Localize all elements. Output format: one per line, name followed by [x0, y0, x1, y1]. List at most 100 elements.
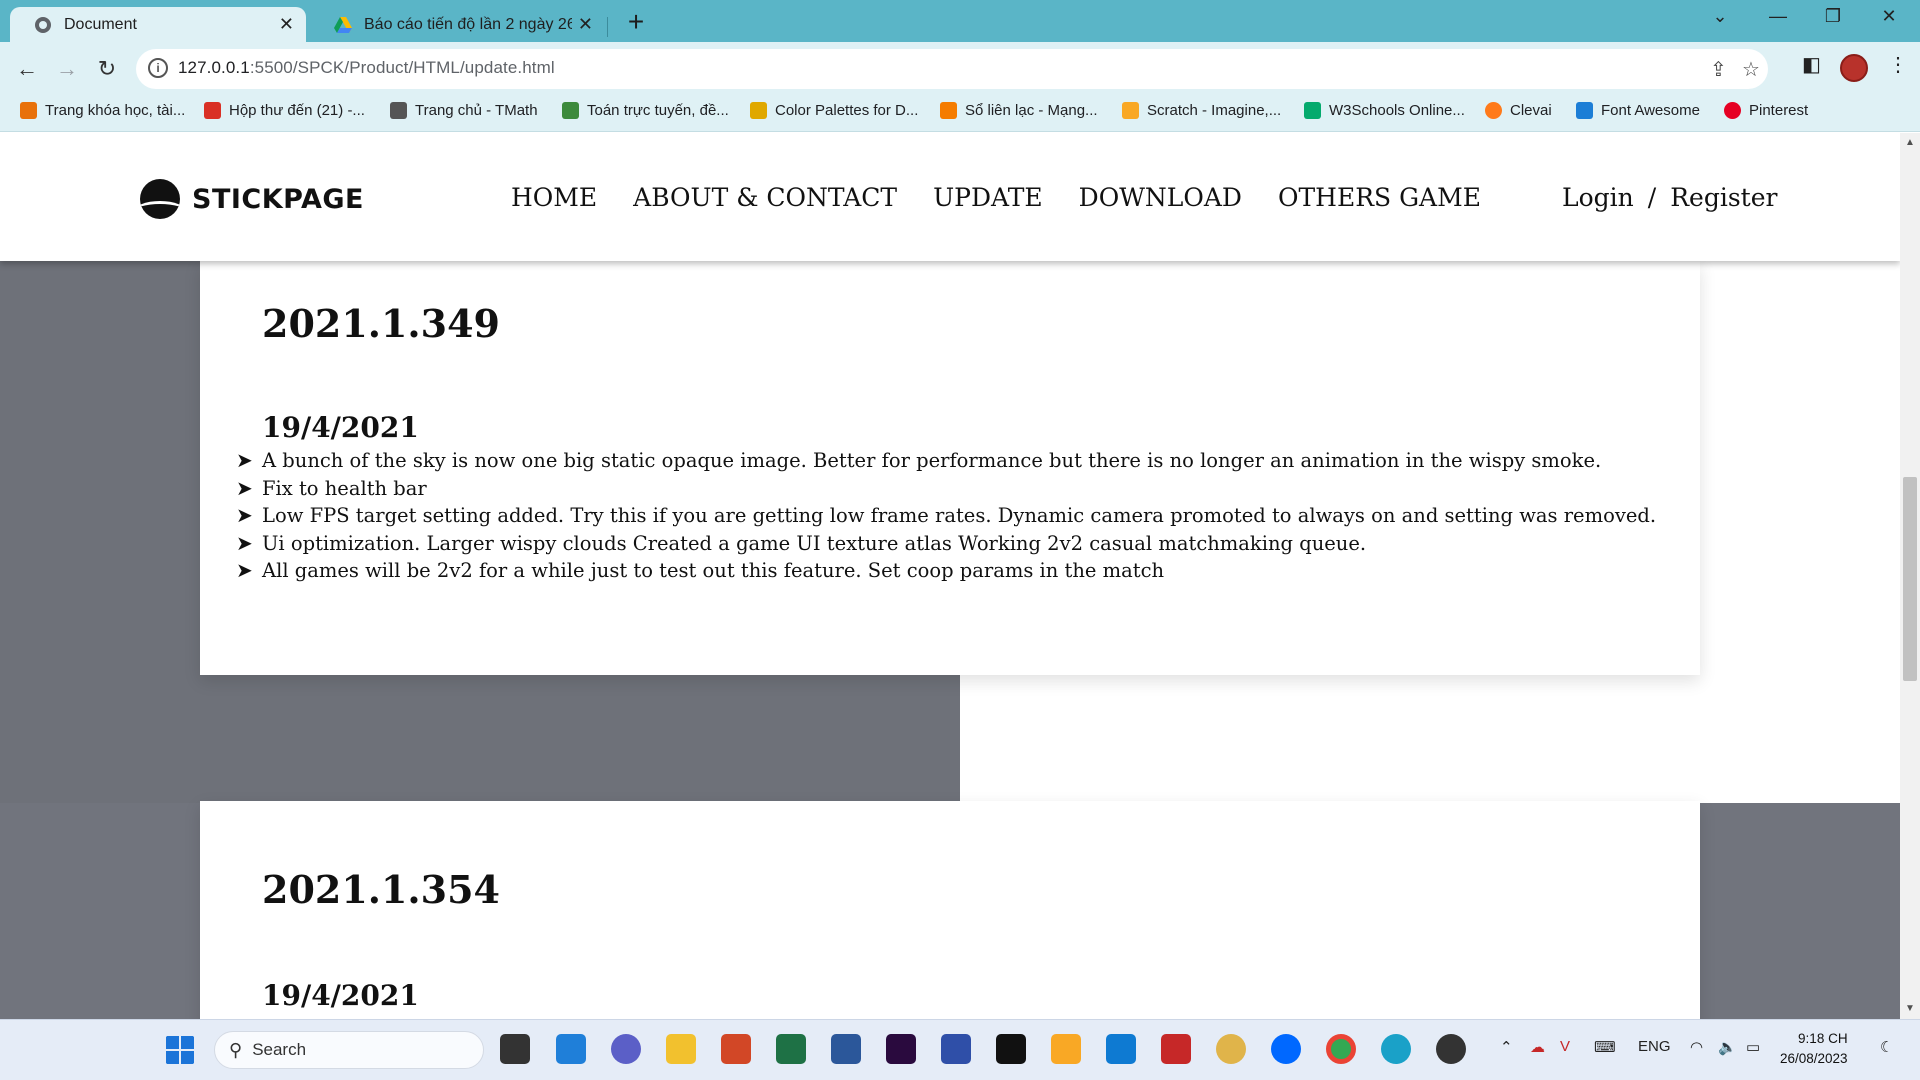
bookmark-item[interactable]: Clevai	[1485, 102, 1552, 119]
share-icon[interactable]: ⇪	[1710, 57, 1727, 82]
update-notes: ➤ A bunch of the sky is now one big stati…	[236, 447, 1656, 585]
winrar-icon[interactable]	[1161, 1034, 1191, 1064]
bookmark-favicon-icon	[940, 102, 957, 119]
tab-report[interactable]: Báo cáo tiến độ lần 2 ngày 26/8 ✕	[310, 7, 605, 42]
bookmark-item[interactable]: Scratch - Imagine,...	[1122, 102, 1281, 119]
close-window-button[interactable]: ✕	[1869, 6, 1909, 27]
word-icon[interactable]	[831, 1034, 861, 1064]
clock[interactable]: 9:18 CH 26/08/2023	[1780, 1029, 1848, 1069]
bookmark-item[interactable]: Sổ liên lạc - Mạng...	[940, 102, 1098, 119]
site-info-icon[interactable]: i	[148, 58, 168, 78]
bookmark-item[interactable]: W3Schools Online...	[1304, 102, 1465, 119]
site-header: STICKPAGE HOME ABOUT & CONTACT UPDATE DO…	[0, 133, 1900, 261]
bookmark-favicon-icon	[1122, 102, 1139, 119]
pinterest-icon	[1724, 102, 1741, 119]
nav-download[interactable]: DOWNLOAD	[1079, 183, 1242, 212]
tab-search-chevron-icon[interactable]: ⌄	[1700, 6, 1740, 27]
obs-icon[interactable]	[1436, 1034, 1466, 1064]
scroll-down-icon[interactable]: ▼	[1905, 1003, 1915, 1014]
edge-icon[interactable]	[1381, 1034, 1411, 1064]
chrome-icon[interactable]	[1326, 1034, 1356, 1064]
scroll-up-icon[interactable]: ▲	[1905, 137, 1915, 148]
reload-button[interactable]: ↻	[90, 52, 124, 86]
chevron-up-icon[interactable]: ⌃	[1500, 1038, 1513, 1056]
scratch-icon[interactable]	[1051, 1034, 1081, 1064]
bookmark-item[interactable]: Color Palettes for D...	[750, 102, 918, 119]
arrow-bullet-icon: ➤	[236, 503, 253, 527]
list-item: ➤ Low FPS target setting added. Try this …	[236, 502, 1656, 530]
bookmark-item[interactable]: Pinterest	[1724, 102, 1808, 119]
forward-button[interactable]: →	[50, 52, 84, 86]
register-link[interactable]: Register	[1670, 183, 1777, 212]
arrow-bullet-icon: ➤	[236, 475, 253, 500]
bookmark-item[interactable]: Hộp thư đến (21) -...	[204, 102, 365, 119]
nav-home[interactable]: HOME	[511, 183, 597, 212]
url-text[interactable]: 127.0.0.1:5500/SPCK/Product/HTML/update.…	[178, 58, 555, 78]
tab-document[interactable]: Document ✕	[10, 7, 306, 42]
page-scrollbar[interactable]: ▲ ▼	[1900, 133, 1920, 1019]
bookmark-favicon-icon	[750, 102, 767, 119]
capcut-icon[interactable]	[996, 1034, 1026, 1064]
bookmark-favicon-icon	[20, 102, 37, 119]
bookmark-item[interactable]: Trang khóa học, tài...	[20, 102, 185, 119]
nav-about-contact[interactable]: ABOUT & CONTACT	[633, 183, 897, 212]
logo-text: STICKPAGE	[192, 183, 364, 215]
site-logo[interactable]: STICKPAGE	[140, 179, 364, 219]
arrow-bullet-icon: ➤	[236, 530, 253, 555]
keyboard-icon[interactable]: ⌨	[1594, 1038, 1616, 1056]
menu-icon[interactable]: ⋮	[1888, 52, 1908, 77]
logo-mark-icon	[140, 179, 180, 219]
minimize-button[interactable]: —	[1758, 6, 1798, 27]
file-explorer-icon[interactable]	[666, 1034, 696, 1064]
vscode-icon[interactable]	[1106, 1034, 1136, 1064]
chat-icon[interactable]	[611, 1034, 641, 1064]
update-card: 2021.1.354 19/4/2021	[200, 801, 1700, 1019]
zalo-icon[interactable]	[1271, 1034, 1301, 1064]
app-icon[interactable]	[1216, 1034, 1246, 1064]
scrollbar-thumb[interactable]	[1903, 477, 1917, 681]
app-icon[interactable]	[941, 1034, 971, 1064]
windows-start-icon[interactable]	[165, 1035, 195, 1065]
list-item: ➤ A bunch of the sky is now one big stati…	[236, 447, 1656, 475]
powerpoint-icon[interactable]	[721, 1034, 751, 1064]
battery-icon[interactable]: ▭	[1746, 1038, 1760, 1056]
login-link[interactable]: Login	[1562, 183, 1634, 212]
nav-update[interactable]: UPDATE	[933, 183, 1043, 212]
auth-separator: /	[1647, 183, 1657, 212]
close-tab-icon[interactable]: ✕	[578, 14, 593, 35]
back-button[interactable]: ←	[10, 52, 44, 86]
bookmark-star-icon[interactable]: ☆	[1742, 57, 1760, 82]
arrow-bullet-icon: ➤	[236, 558, 253, 582]
cloud-icon[interactable]: ☁	[1530, 1038, 1545, 1056]
address-bar[interactable]: i 127.0.0.1:5500/SPCK/Product/HTML/updat…	[136, 49, 1768, 89]
flag-icon	[1576, 102, 1593, 119]
close-tab-icon[interactable]: ✕	[279, 14, 294, 35]
side-panel-icon[interactable]: ◧	[1802, 52, 1821, 77]
tab-title: Báo cáo tiến độ lần 2 ngày 26/8	[364, 15, 572, 33]
nav-others-game[interactable]: OTHERS GAME	[1278, 183, 1481, 212]
bookmark-item[interactable]: Trang chủ - TMath	[390, 102, 538, 119]
update-card: 2021.1.349 19/4/2021 ➤ A bunch of the sky…	[200, 261, 1700, 675]
volume-icon[interactable]: 🔈	[1718, 1038, 1737, 1056]
clock-time: 9:18 CH	[1798, 1031, 1848, 1046]
language-indicator[interactable]: ENG	[1638, 1038, 1671, 1055]
antivirus-icon[interactable]: V	[1560, 1038, 1570, 1055]
wifi-icon[interactable]: ◠	[1690, 1038, 1703, 1056]
restore-button[interactable]: ❐	[1813, 6, 1853, 27]
notification-icon[interactable]: ☾	[1880, 1038, 1893, 1056]
task-view-icon[interactable]	[500, 1034, 530, 1064]
bookmark-item[interactable]: Font Awesome	[1576, 102, 1700, 119]
globe-icon	[35, 16, 51, 33]
taskbar-search[interactable]: ⚲ Search	[214, 1031, 484, 1069]
excel-icon[interactable]	[776, 1034, 806, 1064]
bookmark-item[interactable]: Toán trực tuyến, đề...	[562, 102, 729, 119]
update-date: 19/4/2021	[262, 411, 419, 444]
bookmark-favicon-icon	[562, 102, 579, 119]
update-date: 19/4/2021	[262, 979, 419, 1012]
new-tab-button[interactable]: +	[620, 6, 652, 38]
premiere-icon[interactable]	[886, 1034, 916, 1064]
profile-avatar[interactable]	[1840, 54, 1868, 82]
widgets-icon[interactable]	[556, 1034, 586, 1064]
tab-separator	[607, 17, 608, 37]
search-icon: ⚲	[229, 1039, 243, 1060]
